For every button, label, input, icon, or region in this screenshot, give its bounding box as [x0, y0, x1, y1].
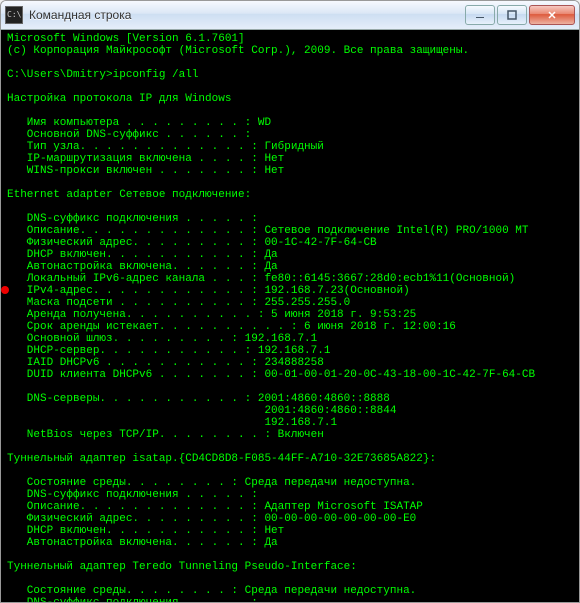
console-line: Туннельный адаптер Teredo Tunneling Pseu…	[7, 561, 573, 573]
console-line: C:\Users\Dmitry>ipconfig /all	[7, 69, 573, 81]
maximize-button[interactable]	[497, 5, 527, 25]
console-line	[7, 105, 573, 117]
close-button[interactable]	[529, 5, 575, 25]
console-line: (c) Корпорация Майкрософт (Microsoft Cor…	[7, 45, 573, 57]
console-line: Тип узла. . . . . . . . . . . . . : Гибр…	[7, 141, 573, 153]
console-line: Туннельный адаптер isatap.{CD4CD8D8-F085…	[7, 453, 573, 465]
console-line: Имя компьютера . . . . . . . . . : WD	[7, 117, 573, 129]
console-line: Состояние среды. . . . . . . . : Среда п…	[7, 477, 573, 489]
console-line	[7, 549, 573, 561]
console-line: Автонастройка включена. . . . . . : Да	[7, 261, 573, 273]
console-line: NetBios через TCP/IP. . . . . . . . : Вк…	[7, 429, 573, 441]
console-line: Автонастройка включена. . . . . . : Да	[7, 537, 573, 549]
console-line: DNS-серверы. . . . . . . . . . . : 2001:…	[7, 393, 573, 405]
minimize-button[interactable]	[465, 5, 495, 25]
console-line: WINS-прокси включен . . . . . . . : Нет	[7, 165, 573, 177]
console-line: DHCP включен. . . . . . . . . . . : Да	[7, 249, 573, 261]
console-line: DHCP-сервер. . . . . . . . . . . : 192.1…	[7, 345, 573, 357]
console-line	[7, 201, 573, 213]
console-line: 192.168.7.1	[7, 417, 573, 429]
console-line: Основной DNS-суффикс . . . . . . :	[7, 129, 573, 141]
console-line	[7, 57, 573, 69]
console-line: Физический адрес. . . . . . . . . : 00-1…	[7, 237, 573, 249]
titlebar[interactable]: Командная строка	[1, 1, 579, 30]
console-line: Локальный IPv6-адрес канала . . . : fe80…	[7, 273, 573, 285]
console-line	[7, 573, 573, 585]
console-line: DNS-суффикс подключения . . . . . :	[7, 213, 573, 225]
command-prompt-window: Командная строка Microsoft Windows [Vers…	[0, 0, 580, 603]
console-line	[7, 177, 573, 189]
console-line-highlighted: IPv4-адрес. . . . . . . . . . . . : 192.…	[7, 285, 573, 297]
console-line: Описание. . . . . . . . . . . . . : Сете…	[7, 225, 573, 237]
window-controls	[465, 5, 575, 25]
console-line	[7, 81, 573, 93]
console-line: Microsoft Windows [Version 6.1.7601]	[7, 33, 573, 45]
console-line: Срок аренды истекает. . . . . . . . . . …	[7, 321, 573, 333]
console-line	[7, 381, 573, 393]
console-line: DNS-суффикс подключения . . . . . :	[7, 489, 573, 501]
console-line: Настройка протокола IP для Windows	[7, 93, 573, 105]
console-line: DUID клиента DHCPv6 . . . . . . . : 00-0…	[7, 369, 573, 381]
console-line: Ethernet adapter Сетевое подключение:	[7, 189, 573, 201]
window-title: Командная строка	[29, 8, 465, 22]
console-output[interactable]: Microsoft Windows [Version 6.1.7601](c) …	[1, 30, 579, 602]
console-line	[7, 441, 573, 453]
console-line: Состояние среды. . . . . . . . : Среда п…	[7, 585, 573, 597]
console-line: Аренда получена. . . . . . . . . . : 5 и…	[7, 309, 573, 321]
console-line	[7, 465, 573, 477]
console-line: Основной шлюз. . . . . . . . . : 192.168…	[7, 333, 573, 345]
console-line: 2001:4860:4860::8844	[7, 405, 573, 417]
cmd-icon	[5, 6, 23, 24]
console-line: DNS-суффикс подключения . . . . . :	[7, 597, 573, 602]
console-line: Физический адрес. . . . . . . . . : 00-0…	[7, 513, 573, 525]
console-line: DHCP включен. . . . . . . . . . . : Нет	[7, 525, 573, 537]
console-line: Описание. . . . . . . . . . . . . : Адап…	[7, 501, 573, 513]
console-line: Маска подсети . . . . . . . . . . : 255.…	[7, 297, 573, 309]
console-line: IP-маршрутизация включена . . . . : Нет	[7, 153, 573, 165]
console-line: IAID DHCPv6 . . . . . . . . . . . : 2348…	[7, 357, 573, 369]
